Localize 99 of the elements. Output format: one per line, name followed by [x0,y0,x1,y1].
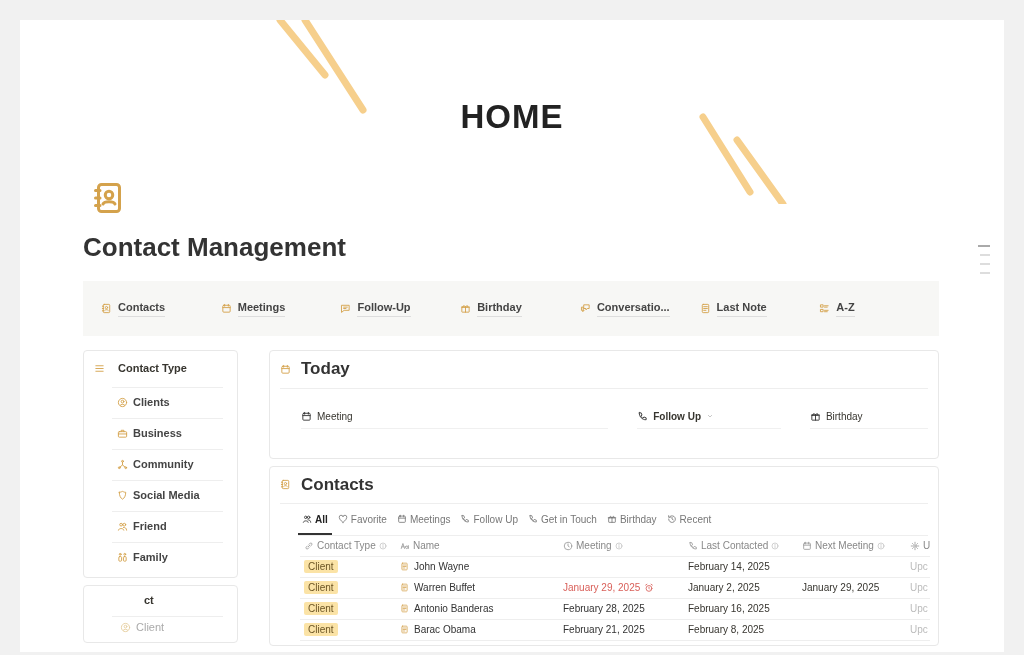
tag: Client [304,623,338,636]
caret-icon [706,412,714,420]
sidebar-item[interactable]: Business [112,417,223,449]
user-circle-icon [117,397,128,408]
info-icon [614,541,623,550]
today-section-header[interactable]: Meeting [301,404,609,429]
table-cell: February 16, 2025 [688,603,770,614]
nav-link[interactable]: Conversatio... [579,299,700,317]
nav-link[interactable]: Follow-Up [340,299,461,317]
view-tab[interactable]: Follow Up [456,511,522,535]
table-cell[interactable]: Antonio Banderas [396,601,559,616]
table-cell: Upc [910,624,928,635]
view-tab[interactable]: Meetings [392,511,455,535]
column-header[interactable]: Name [396,538,559,553]
column-header[interactable]: Contact Type [300,538,396,553]
phone-icon [688,540,698,551]
document-icon [699,302,711,314]
table-cell[interactable]: Warren Buffet [396,580,559,595]
sidebar-item[interactable]: Clients [112,386,223,418]
text-icon [400,540,410,551]
table-cell[interactable]: John Wayne [396,559,559,574]
calendar-icon [396,514,407,524]
table-cell: January 2, 2025 [688,582,760,593]
address-book-icon [280,479,291,490]
tag: Client [304,581,338,594]
table-cell: Upc [910,603,928,614]
section-title: Contacts [301,473,374,496]
table-cell: February 14, 2025 [688,561,770,572]
document-icon [400,583,409,592]
family-icon [117,552,128,563]
nav-link[interactable]: Last Note [699,299,820,317]
outline-indicator-icon [978,245,990,275]
phone-icon [637,410,649,422]
view-tab[interactable]: All [298,511,332,535]
sparkle-icon [910,540,920,551]
sidebar-item[interactable]: Friend [112,510,223,542]
header-title: HOME [460,98,564,135]
gift-icon [460,302,472,314]
view-tab[interactable]: Get in Touch [523,511,601,535]
info-icon [378,541,387,550]
sidebar-heading: ct [144,593,154,609]
phone-icon [460,514,471,524]
people-icon [117,521,128,532]
document-icon [400,625,409,634]
view-tab[interactable]: Recent [662,511,716,535]
history-icon [666,514,677,524]
info-icon [771,541,780,550]
today-section-header[interactable]: Birthday [809,404,928,429]
column-header[interactable]: Meeting [559,538,684,553]
gift-icon [606,514,617,524]
network-icon [117,459,128,470]
list-icon [819,302,831,314]
calendar-icon [301,410,312,422]
section-title: Today [301,358,350,381]
address-book-icon [101,302,112,314]
link-icon [304,540,314,551]
calendar-icon [802,540,812,551]
sidebar-item[interactable]: Social Media [112,479,223,511]
menu-icon [94,363,105,374]
table-cell-text: February 28, 2025 [562,602,646,616]
table-cell: Upc [910,561,928,572]
sidebar-heading: Contact Type [118,361,187,377]
table-cell: January 29, 2025 [802,582,880,593]
document-icon [400,604,409,613]
nav-link[interactable]: Birthday [460,299,580,317]
nav-link[interactable]: Contacts [101,299,221,317]
briefcase-icon [117,428,128,439]
phone-icon [527,514,538,524]
table-cell: February 8, 2025 [688,624,765,635]
document-icon [400,562,409,571]
table-cell-text: February 21, 2025 [562,623,646,637]
tag: Client [304,560,338,573]
page-title: Contact Management [83,231,346,262]
table-cell: January 29, 2025 [559,578,684,597]
gift-icon [809,410,821,422]
column-header[interactable]: U [906,538,930,553]
today-section-header[interactable]: Follow Up [637,404,781,429]
view-tab[interactable]: Birthday [602,511,661,535]
heart-icon [337,514,348,524]
info-icon [876,541,885,550]
sidebar-item[interactable]: Family [112,541,223,573]
user-circle-icon [120,621,131,633]
calendar-icon [220,302,232,314]
chat-bubbles-icon [579,302,591,314]
table-cell[interactable]: Barac Obama [396,622,559,637]
nav-link[interactable]: Meetings [220,299,341,317]
sidebar-item[interactable]: Community [112,448,223,480]
clock-icon [563,540,573,551]
view-tab[interactable]: Favorite [333,511,391,535]
people-icon [302,514,312,524]
column-header[interactable]: Next Meeting [798,538,906,553]
calendar-icon [280,363,291,375]
shield-icon [117,490,128,501]
tag: Client [304,602,338,615]
alarm-clock-icon [644,582,655,593]
table-cell: Upc [910,582,928,593]
column-header[interactable]: Last Contacted [684,538,798,553]
chat-icon [340,302,352,314]
nav-link[interactable]: A-Z [819,299,940,317]
